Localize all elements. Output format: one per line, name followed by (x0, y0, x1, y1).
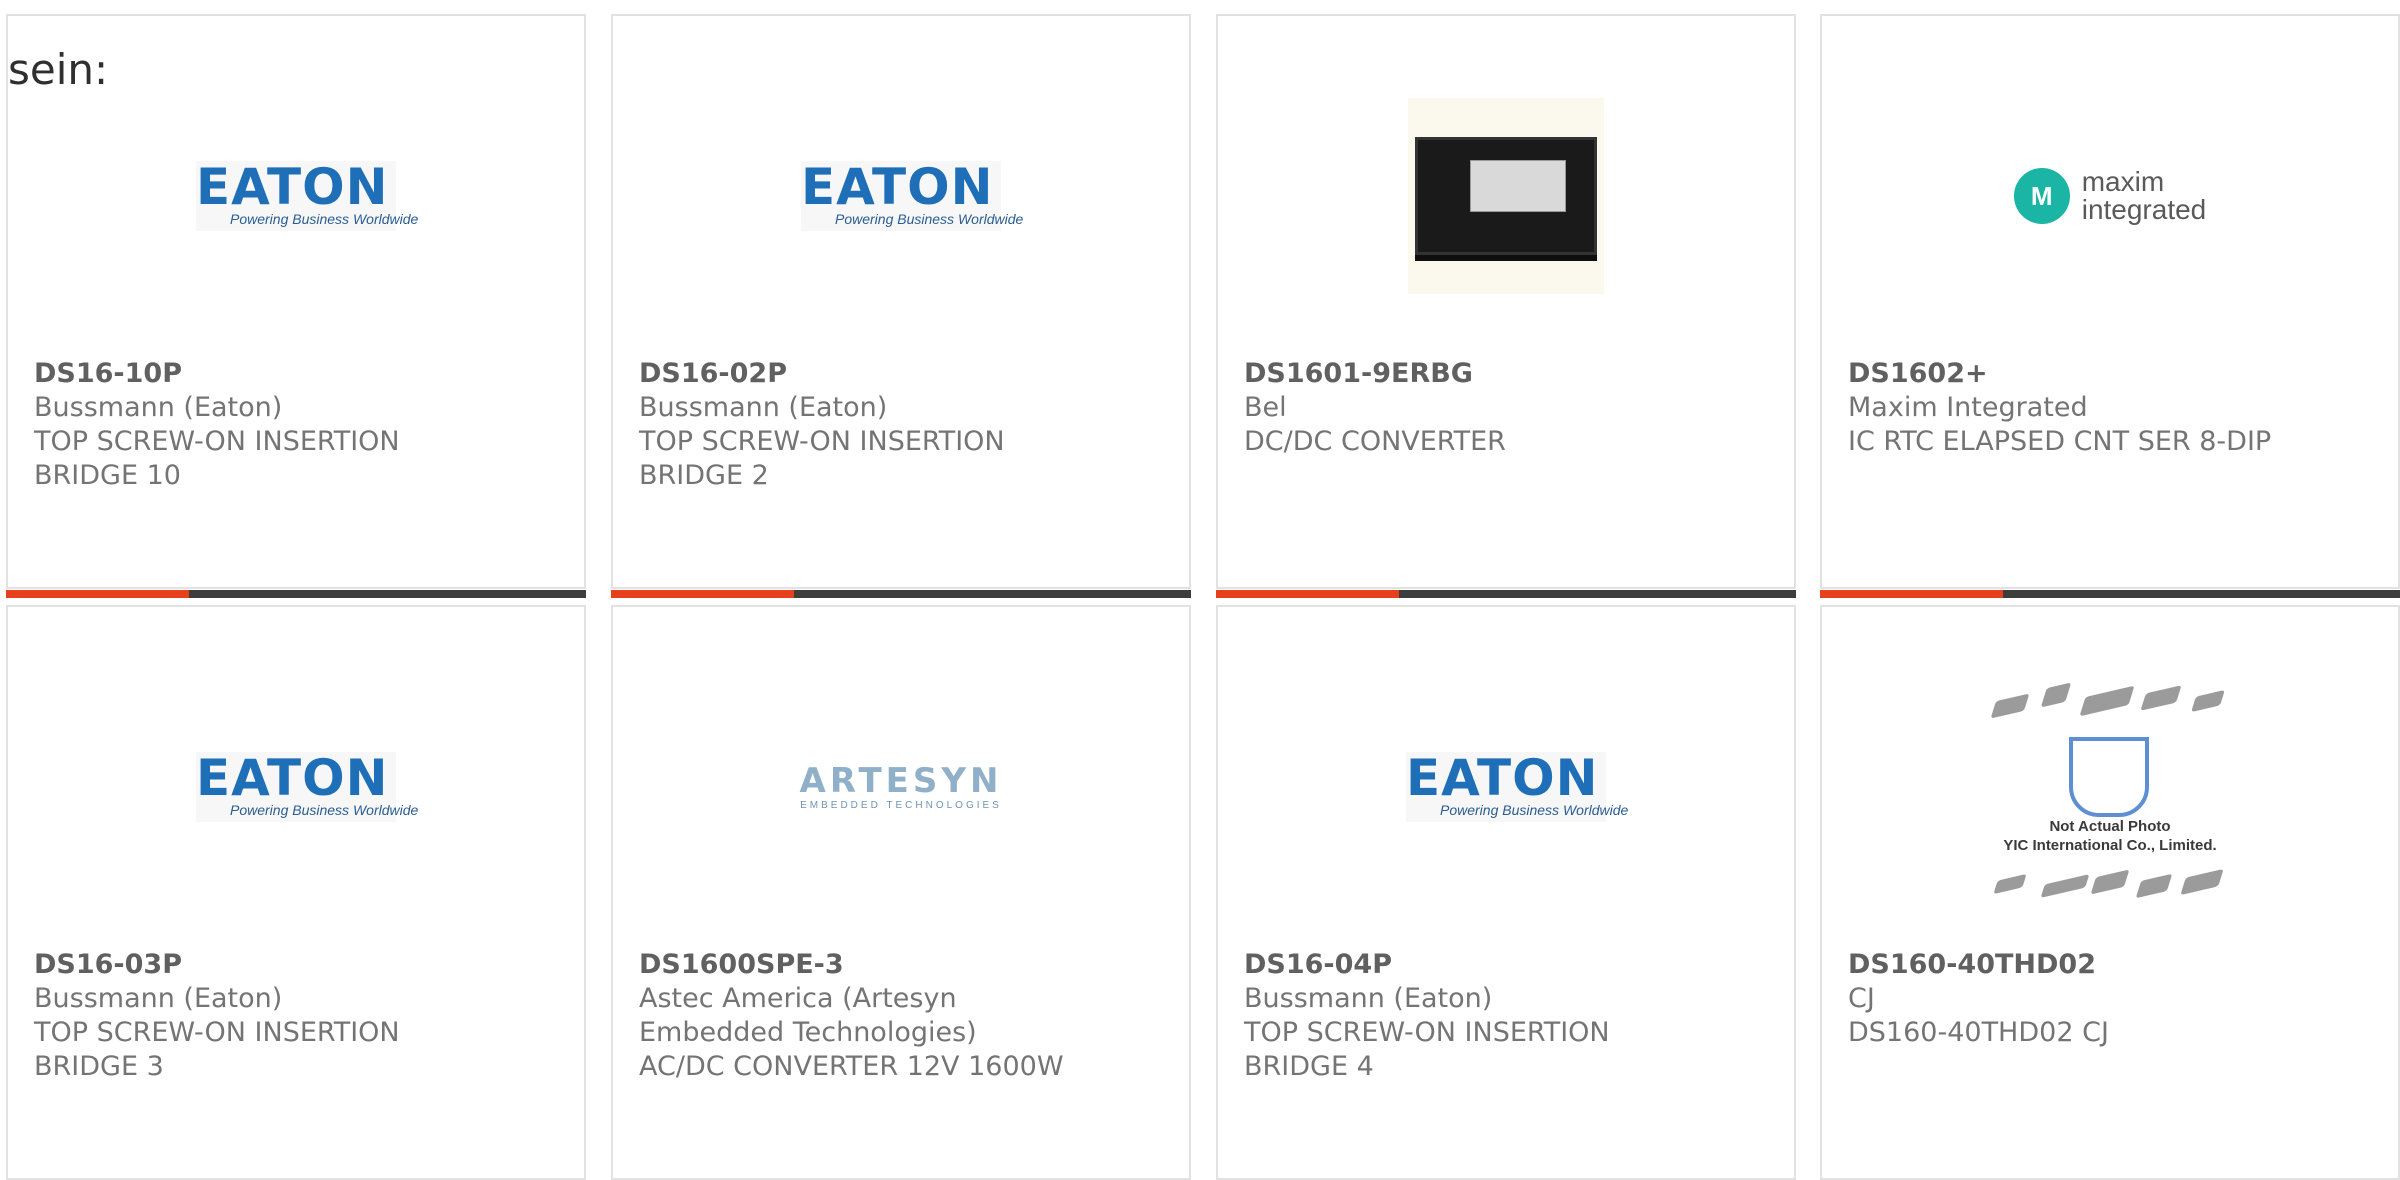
description-line: DC/DC CONVERTER (1244, 426, 1506, 457)
product-image[interactable]: EATON Powering Business Worldwide (8, 687, 584, 887)
part-number[interactable]: DS1600SPE-3 (639, 948, 1169, 982)
artesyn-logo: ARTESYN EMBEDDED TECHNOLOGIES (799, 760, 1003, 811)
card-accent-bar (6, 590, 586, 598)
manufacturer: Bussmann (Eaton) (639, 392, 888, 423)
maxim-logo: M maxim integrated (2013, 168, 2206, 224)
description-line: IC RTC ELAPSED CNT SER 8-DIP (1848, 426, 2272, 457)
description-line: BRIDGE 10 (34, 460, 181, 491)
description-line: AC/DC CONVERTER 12V 1600W (639, 1051, 1064, 1082)
part-number[interactable]: DS160-40THD02 (1848, 948, 2378, 982)
manufacturer: Bussmann (Eaton) (1244, 983, 1493, 1014)
product-card[interactable]: DS1601-9ERBG Bel DC/DC CONVERTER (1216, 14, 1796, 598)
manufacturer: Astec America (Artesyn (639, 983, 957, 1014)
converter-photo (1408, 98, 1604, 294)
part-number[interactable]: DS1602+ (1848, 357, 2378, 391)
part-number[interactable]: DS16-02P (639, 357, 1169, 391)
description-line: TOP SCREW-ON INSERTION (639, 426, 1005, 457)
eaton-logo: EATON Powering Business Worldwide (196, 161, 418, 231)
product-card[interactable]: ARTESYN EMBEDDED TECHNOLOGIES DS1600SPE-… (611, 605, 1191, 1180)
eaton-logo: EATON Powering Business Worldwide (801, 161, 1023, 231)
eaton-logo: EATON Powering Business Worldwide (196, 752, 418, 822)
manufacturer: CJ (1848, 983, 1875, 1014)
product-image[interactable]: EATON Powering Business Worldwide (1218, 687, 1794, 887)
description-line: DS160-40THD02 CJ (1848, 1017, 2109, 1048)
description-line: TOP SCREW-ON INSERTION (34, 426, 400, 457)
product-image[interactable]: EATON Powering Business Worldwide (613, 96, 1189, 296)
product-card[interactable]: Not Actual Photo YIC International Co., … (1820, 605, 2400, 1180)
part-number[interactable]: DS16-04P (1244, 948, 1774, 982)
description-line: TOP SCREW-ON INSERTION (1244, 1017, 1610, 1048)
part-number[interactable]: DS16-03P (34, 948, 564, 982)
description-line: BRIDGE 3 (34, 1051, 164, 1082)
manufacturer: Bussmann (Eaton) (34, 392, 283, 423)
card-accent-bar (1216, 590, 1796, 598)
yic-logo-icon (2069, 737, 2149, 817)
description-line: BRIDGE 2 (639, 460, 769, 491)
product-card[interactable]: EATON Powering Business Worldwide DS16-0… (611, 14, 1191, 598)
manufacturer: Maxim Integrated (1848, 392, 2088, 423)
card-accent-bar (1820, 590, 2400, 598)
product-image[interactable]: ARTESYN EMBEDDED TECHNOLOGIES (613, 687, 1189, 887)
product-image[interactable] (1218, 96, 1794, 296)
product-image[interactable]: EATON Powering Business Worldwide (8, 96, 584, 296)
description-line: TOP SCREW-ON INSERTION (34, 1017, 400, 1048)
part-number[interactable]: DS1601-9ERBG (1244, 357, 1774, 391)
product-card[interactable]: EATON Powering Business Worldwide DS16-1… (6, 14, 586, 598)
yic-placeholder-image: Not Actual Photo YIC International Co., … (1975, 677, 2245, 917)
description-line: BRIDGE 4 (1244, 1051, 1374, 1082)
manufacturer: Embedded Technologies) (639, 1017, 977, 1048)
intro-text: sein: (8, 45, 109, 94)
product-card[interactable]: EATON Powering Business Worldwide DS16-0… (1216, 605, 1796, 1180)
product-card[interactable]: EATON Powering Business Worldwide DS16-0… (6, 605, 586, 1180)
manufacturer: Bel (1244, 392, 1287, 423)
manufacturer: Bussmann (Eaton) (34, 983, 283, 1014)
eaton-logo: EATON Powering Business Worldwide (1406, 752, 1628, 822)
card-accent-bar (611, 590, 1191, 598)
product-card[interactable]: M maxim integrated DS1602+ Maxim Integra… (1820, 14, 2400, 598)
product-image[interactable]: M maxim integrated (1822, 96, 2398, 296)
product-image[interactable]: Not Actual Photo YIC International Co., … (1822, 682, 2398, 899)
part-number[interactable]: DS16-10P (34, 357, 564, 391)
